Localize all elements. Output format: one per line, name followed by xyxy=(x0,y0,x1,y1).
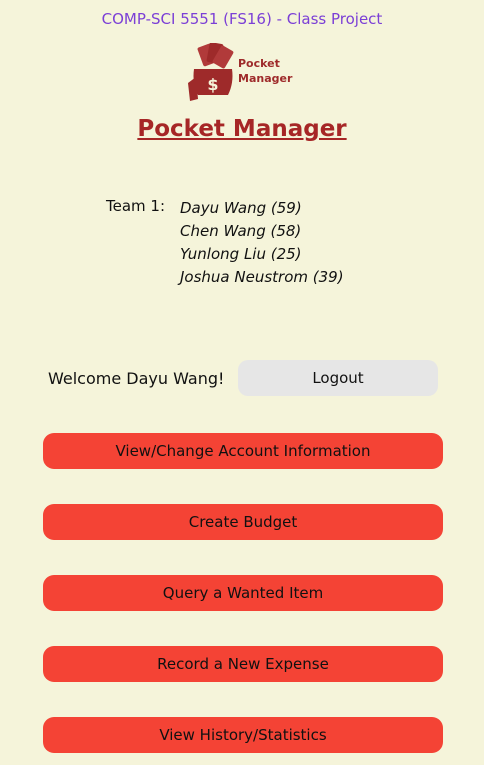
team-member: Dayu Wang (59) xyxy=(180,199,302,217)
page-title: Pocket Manager xyxy=(137,116,347,142)
view-change-account-button[interactable]: View/Change Account Information xyxy=(43,433,443,469)
team-member: Chen Wang (58) xyxy=(180,222,302,240)
logout-button[interactable]: Logout xyxy=(238,360,438,396)
team-label: Team 1: xyxy=(106,197,166,215)
query-wanted-item-button[interactable]: Query a Wanted Item xyxy=(43,575,443,611)
money-hand-icon: $ xyxy=(188,42,234,101)
svg-text:$: $ xyxy=(207,75,218,94)
app-logo: $ Pocket Manager xyxy=(186,42,302,103)
team-member: Yunlong Liu (25) xyxy=(180,245,302,263)
logo-text-line2: Manager xyxy=(238,72,293,85)
create-budget-button[interactable]: Create Budget xyxy=(43,504,443,540)
team-member: Joshua Neustrom (39) xyxy=(180,268,344,286)
logo-text-line1: Pocket xyxy=(238,57,280,70)
view-history-button[interactable]: View History/Statistics xyxy=(43,717,443,753)
welcome-message: Welcome Dayu Wang! xyxy=(48,369,225,388)
record-expense-button[interactable]: Record a New Expense xyxy=(43,646,443,682)
team-member-list: Dayu Wang (59) Chen Wang (58) Yunlong Li… xyxy=(180,197,344,289)
course-title: COMP-SCI 5551 (FS16) - Class Project xyxy=(101,10,383,28)
